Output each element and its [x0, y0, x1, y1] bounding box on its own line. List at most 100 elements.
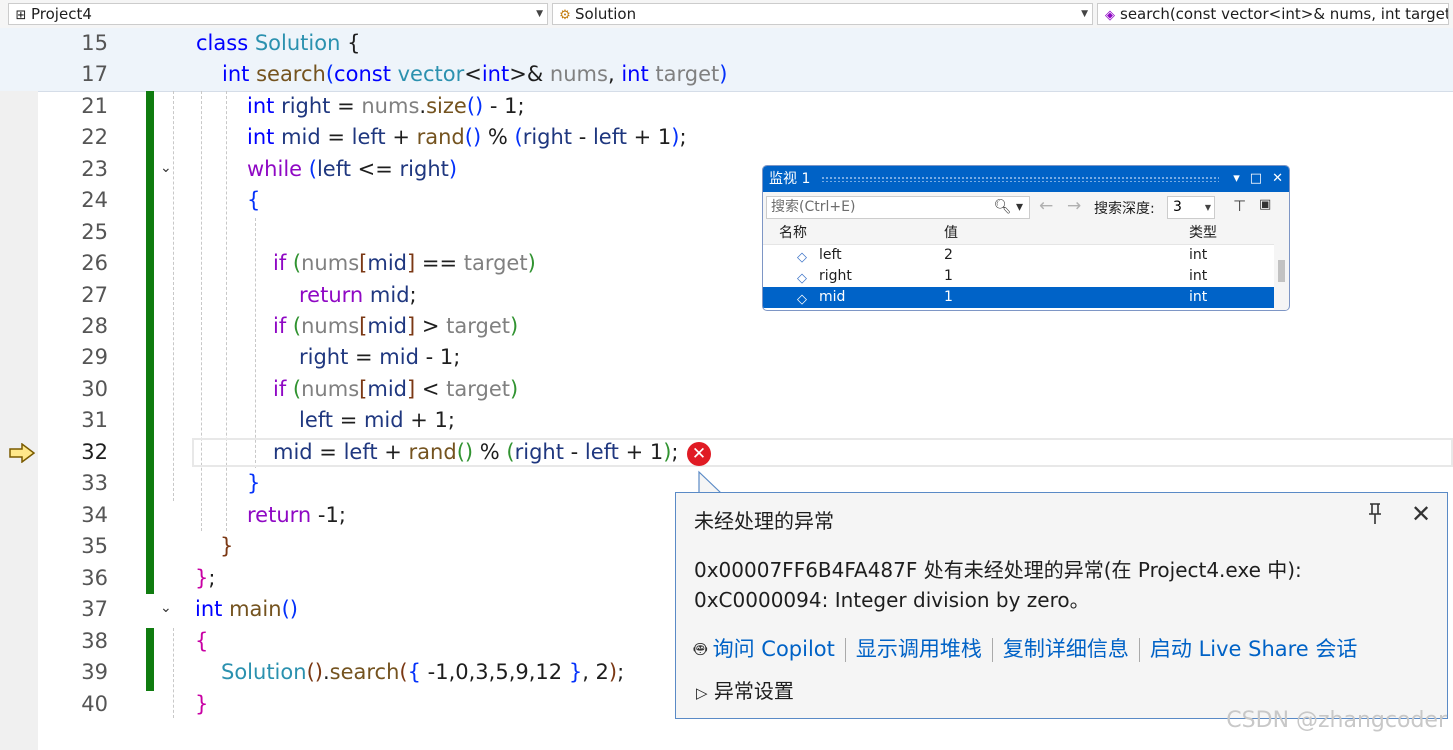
error-icon[interactable]: ✕	[687, 442, 711, 466]
line-number: 33	[81, 471, 108, 495]
search-depth-select[interactable]: 3 ▼	[1167, 196, 1215, 219]
code-line-24[interactable]: {	[247, 185, 260, 216]
line-number: 24	[81, 188, 108, 212]
close-icon[interactable]: ✕	[1411, 500, 1431, 528]
watermark: CSDN @zhangcoder	[1226, 708, 1447, 733]
code-line-17[interactable]: int search(const vector<int>& nums, int …	[222, 59, 727, 90]
column-type[interactable]: 类型	[1189, 222, 1217, 244]
line-number: 26	[81, 251, 108, 275]
code-line-37[interactable]: int main()	[195, 594, 298, 625]
line-number: 17	[81, 62, 108, 86]
watch-scrollbar[interactable]	[1274, 244, 1289, 310]
exception-actions: 🤖︎ 询问 Copilot 显示调用堆栈 复制详细信息 启动 Live Share 会话	[694, 633, 1357, 665]
code-line-31[interactable]: left = mid + 1;	[299, 405, 455, 436]
class-dropdown[interactable]: ⚙ Solution ▼	[552, 3, 1093, 25]
show-call-stack-link[interactable]: 显示调用堆栈	[856, 637, 982, 661]
watch-toolbar: 搜索(Ctrl+E) 🔍︎ ▾ ← → 搜索深度: 3 ▼ ⊤ ▣	[763, 192, 1289, 222]
maximize-icon[interactable]: □	[1250, 171, 1262, 186]
variable-icon: ◇	[797, 292, 807, 307]
navigation-bar: ⊞ Project4 ▼ ⚙ Solution ▼ ◈ search(const ve…	[0, 0, 1453, 29]
class-icon: ⚙	[559, 8, 571, 23]
code-line-38[interactable]: {	[195, 626, 208, 657]
line-number: 36	[81, 566, 108, 590]
code-line-23[interactable]: while (left <= right)	[247, 154, 457, 185]
close-icon[interactable]: ✕	[1272, 171, 1283, 186]
code-line-39[interactable]: Solution().search({ -1,0,3,5,9,12 }, 2);	[221, 657, 624, 688]
code-line-30[interactable]: if (nums[mid] < target)	[273, 374, 518, 405]
class-name: Solution	[575, 5, 637, 23]
exception-message-line2: 0xC0000094: Integer division by zero。	[694, 588, 1090, 612]
watch-title-bar[interactable]: 监视 1 ▾ □ ✕	[763, 166, 1289, 192]
code-line-15[interactable]: class Solution {	[196, 28, 360, 59]
watch-row-type: int	[1189, 268, 1208, 284]
column-value[interactable]: 值	[944, 222, 958, 244]
exception-message-line1: 0x00007FF6B4FA487F 处有未经处理的异常(在 Project4.…	[694, 558, 1302, 582]
exception-settings-toggle[interactable]: ▷ 异常设置	[696, 675, 794, 704]
line-number: 38	[81, 629, 108, 653]
member-dropdown[interactable]: ◈ search(const vector<int>& nums, int tar…	[1097, 3, 1449, 25]
code-line-27[interactable]: return mid;	[299, 280, 417, 311]
back-arrow-icon[interactable]: ←	[1039, 196, 1053, 216]
pin-icon[interactable]	[1366, 502, 1384, 531]
exception-helper-popup[interactable]: 未经处理的异常 ✕ 0x00007FF6B4FA487F 处有未经处理的异常(在…	[675, 492, 1448, 719]
separator	[991, 638, 993, 662]
chevron-down-icon: ▼	[536, 9, 543, 19]
variable-icon: ◇	[797, 250, 807, 265]
watch-row-value[interactable]: 1	[944, 287, 953, 308]
watch-row-selected[interactable]: ◇ mid 1 int	[763, 287, 1289, 308]
watch-row-name: mid	[819, 289, 846, 305]
code-line-40[interactable]: }	[195, 689, 208, 720]
scrollbar-thumb[interactable]	[1278, 260, 1285, 282]
view-text-icon[interactable]: ▣	[1259, 197, 1271, 212]
collapse-chevron-icon[interactable]: ⌄	[160, 600, 176, 616]
chevron-down-icon: ▼	[1081, 9, 1088, 19]
watch-title: 监视 1	[769, 171, 811, 187]
line-number: 23	[81, 157, 108, 181]
line-number: 28	[81, 314, 108, 338]
watch-row[interactable]: ◇ right 1 int	[763, 266, 1289, 287]
variable-icon: ◇	[797, 271, 807, 286]
search-icon[interactable]: 🔍︎ ▾	[994, 197, 1023, 218]
collapse-chevron-icon[interactable]: ⌄	[160, 160, 176, 176]
line-number: 40	[81, 692, 108, 716]
project-icon: ⊞	[15, 8, 27, 23]
code-line-21[interactable]: int right = nums.size() - 1;	[247, 91, 525, 122]
dropdown-arrow-icon[interactable]: ▾	[1233, 171, 1240, 186]
code-line-36[interactable]: };	[195, 563, 215, 594]
watch-row-type: int	[1189, 289, 1208, 305]
ask-copilot-link[interactable]: 询问 Copilot	[713, 637, 835, 661]
line-number: 35	[81, 534, 108, 558]
glyph-margin[interactable]	[0, 91, 38, 750]
code-line-28[interactable]: if (nums[mid] > target)	[273, 311, 518, 342]
line-number: 31	[81, 408, 108, 432]
code-line-35[interactable]: }	[220, 531, 233, 562]
forward-arrow-icon[interactable]: →	[1067, 196, 1081, 216]
watch-window[interactable]: 监视 1 ▾ □ ✕ 搜索(Ctrl+E) 🔍︎ ▾ ← → 搜索深度: 3 ▼ ⊤…	[762, 165, 1290, 311]
chevron-right-icon: ▷	[696, 684, 708, 702]
method-icon: ◈	[1105, 8, 1115, 23]
exception-message: 0x00007FF6B4FA487F 处有未经处理的异常(在 Project4.…	[694, 555, 1302, 615]
code-line-34[interactable]: return -1;	[247, 500, 346, 531]
project-dropdown[interactable]: ⊞ Project4 ▼	[8, 3, 548, 25]
line-number-current: 32	[81, 440, 108, 464]
code-line-33[interactable]: }	[247, 468, 260, 499]
column-name[interactable]: 名称	[779, 222, 807, 244]
pin-icon[interactable]: ⊤	[1233, 197, 1246, 215]
watch-row-value[interactable]: 1	[944, 266, 953, 287]
code-line-26[interactable]: if (nums[mid] == target)	[273, 248, 536, 279]
watch-column-header: 名称 值 类型	[763, 222, 1289, 245]
copy-details-link[interactable]: 复制详细信息	[1003, 637, 1129, 661]
watch-row[interactable]: ◇ left 2 int	[763, 245, 1289, 266]
code-line-32[interactable]: mid = left + rand() % (right - left + 1)…	[273, 437, 679, 468]
code-line-29[interactable]: right = mid - 1;	[299, 342, 460, 373]
separator	[1138, 638, 1140, 662]
indent-guide	[255, 218, 256, 468]
title-grip	[821, 176, 1219, 182]
code-line-22[interactable]: int mid = left + rand() % (right - left …	[247, 122, 687, 153]
indent-guide	[173, 91, 174, 501]
start-live-share-link[interactable]: 启动 Live Share 会话	[1150, 637, 1358, 661]
line-number: 27	[81, 283, 108, 307]
watch-search-input[interactable]: 搜索(Ctrl+E) 🔍︎ ▾	[766, 196, 1030, 219]
exception-title: 未经处理的异常	[694, 509, 834, 533]
watch-row-value[interactable]: 2	[944, 245, 953, 266]
